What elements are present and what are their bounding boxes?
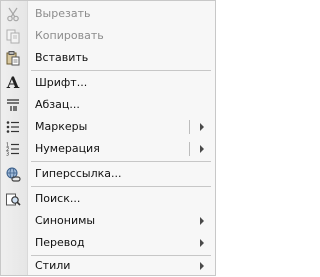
split-divider [189, 120, 190, 134]
copy-icon [4, 27, 22, 45]
menu-item-search[interactable]: Поиск... [1, 188, 215, 210]
menu-separator [31, 70, 211, 71]
menu-item-label: Нумерация [35, 142, 100, 155]
menu-separator [31, 186, 211, 187]
menu-item-hyperlink[interactable]: Гиперссылка... [1, 163, 215, 185]
menu-separator [31, 161, 211, 162]
context-menu: Вырезать Копировать Вставить A Шрифт... … [0, 0, 216, 276]
paragraph-icon [4, 96, 22, 114]
split-divider [189, 142, 190, 156]
menu-item-label: Гиперссылка... [35, 167, 122, 180]
menu-item-paste[interactable]: Вставить [1, 47, 215, 69]
menu-item-copy[interactable]: Копировать [1, 25, 215, 47]
menu-item-label: Копировать [35, 29, 104, 42]
menu-item-numbering[interactable]: 1 2 3 Нумерация [1, 138, 215, 160]
menu-item-label: Синонимы [35, 214, 96, 227]
submenu-arrow-icon [200, 217, 204, 225]
submenu-arrow-icon[interactable] [200, 145, 204, 153]
menu-item-label: Маркеры [35, 120, 88, 133]
menu-item-translate[interactable]: Перевод [1, 232, 215, 254]
search-icon [4, 190, 22, 208]
submenu-arrow-icon [200, 239, 204, 247]
numbered-list-icon: 1 2 3 [4, 140, 22, 158]
submenu-arrow-icon [200, 262, 204, 270]
menu-item-label: Вставить [35, 51, 89, 64]
svg-text:3: 3 [6, 152, 9, 158]
menu-item-synonyms[interactable]: Синонимы [1, 210, 215, 232]
menu-item-label: Шрифт... [35, 76, 88, 89]
submenu-arrow-icon[interactable] [200, 123, 204, 131]
menu-item-bullets[interactable]: Маркеры [1, 116, 215, 138]
menu-item-font[interactable]: A Шрифт... [1, 72, 215, 94]
menu-item-styles[interactable]: Стили [1, 255, 215, 277]
paste-icon [4, 49, 22, 67]
hyperlink-icon [4, 165, 22, 183]
menu-item-paragraph[interactable]: Абзац... [1, 94, 215, 116]
menu-item-label: Абзац... [35, 98, 80, 111]
menu-item-label: Поиск... [35, 192, 81, 205]
menu-item-label: Стили [35, 259, 71, 272]
font-icon: A [6, 73, 20, 92]
bullet-list-icon [4, 118, 22, 136]
menu-item-label: Вырезать [35, 7, 91, 20]
menu-item-label: Перевод [35, 236, 85, 249]
scissors-icon [4, 5, 22, 23]
menu-item-cut[interactable]: Вырезать [1, 3, 215, 25]
